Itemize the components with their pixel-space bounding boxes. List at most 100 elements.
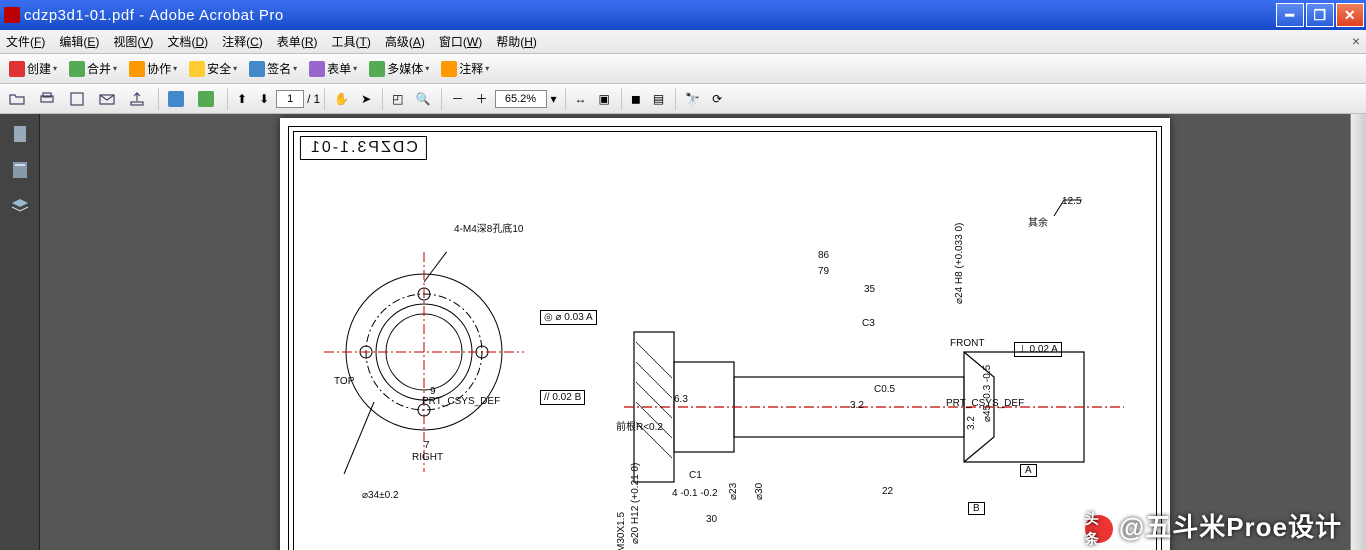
open-button[interactable] xyxy=(4,87,32,111)
menu-edit[interactable]: 编辑(E) xyxy=(59,33,99,50)
layers-panel-icon[interactable] xyxy=(10,196,30,216)
secure-button[interactable]: 安全▾ xyxy=(184,57,242,81)
print-button[interactable] xyxy=(34,87,62,111)
len35: 35 xyxy=(864,284,875,295)
email-button[interactable] xyxy=(94,87,122,111)
zoom-in-button[interactable]: ＋ xyxy=(470,87,492,111)
menu-tools[interactable]: 工具(T) xyxy=(331,33,370,50)
fit-width-button[interactable]: ↔ xyxy=(570,87,592,111)
page-down-button[interactable]: ⬇ xyxy=(254,87,274,111)
select-tool-button[interactable]: ➤ xyxy=(356,87,376,111)
d30: ⌀30 xyxy=(754,483,765,500)
page-up-button[interactable]: ⬆ xyxy=(232,87,252,111)
menubar-close-icon[interactable]: × xyxy=(1352,33,1360,49)
len22: 22 xyxy=(882,486,893,497)
title-separator: - xyxy=(134,7,149,24)
multimedia-button[interactable]: 多媒体▾ xyxy=(364,57,434,81)
menu-view[interactable]: 视图(V) xyxy=(113,33,153,50)
surf-note: 其余 xyxy=(1028,214,1048,229)
ra-3-2: 3.2 xyxy=(850,400,864,411)
combine-label: 合并 xyxy=(87,60,111,77)
globe-icon xyxy=(198,91,214,107)
parallel-tol: // 0.02 B xyxy=(540,390,585,405)
binoculars-icon: 🔭 xyxy=(685,92,700,106)
create-label: 创建 xyxy=(27,60,51,77)
menu-comment[interactable]: 注释(C) xyxy=(222,33,263,50)
ra-6-3: 6.3 xyxy=(674,394,688,405)
reading-icon: ▤ xyxy=(653,92,664,106)
find-button[interactable]: 🔭 xyxy=(680,87,705,111)
cham-c3: C3 xyxy=(862,318,875,329)
lock-icon xyxy=(189,61,205,77)
zoom-out-button[interactable]: － xyxy=(446,87,468,111)
watermark-logo-icon: 头条 xyxy=(1085,515,1113,543)
menu-window[interactable]: 窗口(W) xyxy=(439,33,482,50)
title-filename: cdzp3d1-01.pdf xyxy=(24,7,134,24)
fit-page-icon: ▣ xyxy=(599,92,610,106)
magnifier-icon: 🔍 xyxy=(416,92,431,106)
scan-button[interactable] xyxy=(163,87,191,111)
page-total: 1 xyxy=(313,92,320,106)
bookmarks-panel-icon[interactable] xyxy=(10,160,30,180)
fit-page-button[interactable]: ▣ xyxy=(594,87,615,111)
vertical-scrollbar[interactable] xyxy=(1350,114,1366,550)
len30: 30 xyxy=(706,514,717,525)
forms-label: 表单 xyxy=(327,60,351,77)
csys-front: PRT_CSYS_DEF xyxy=(422,396,500,407)
d24-fit: ⌀24 H8 (+0.033 0) xyxy=(954,223,965,304)
dim-7: 7 xyxy=(424,440,430,451)
page-number-input[interactable] xyxy=(276,90,304,108)
collaborate-button[interactable]: 协作▾ xyxy=(124,57,182,81)
sign-button[interactable]: 签名▾ xyxy=(244,57,302,81)
marquee-icon: ◰ xyxy=(392,92,403,106)
web-button[interactable] xyxy=(193,87,221,111)
menu-forms[interactable]: 表单(R) xyxy=(277,33,318,50)
menu-file[interactable]: 文件(F) xyxy=(6,33,45,50)
reading-mode-button[interactable]: ▤ xyxy=(648,87,669,111)
secure-label: 安全 xyxy=(207,60,231,77)
create-button[interactable]: 创建▾ xyxy=(4,57,62,81)
share-button[interactable] xyxy=(124,87,152,111)
datum-a: A xyxy=(1020,464,1037,477)
surface-symbol-icon xyxy=(1050,198,1084,220)
minus-icon: － xyxy=(451,90,463,107)
menu-help[interactable]: 帮助(H) xyxy=(496,33,537,50)
arrow-up-icon: ⬆ xyxy=(237,92,247,106)
rotate-button[interactable]: ⟳ xyxy=(707,87,727,111)
close-button[interactable]: ✕ xyxy=(1336,3,1364,27)
cham-c1: C1 xyxy=(689,470,702,481)
d23: ⌀23 xyxy=(728,483,739,500)
conc-tol-1: ◎ ⌀ 0.03 A xyxy=(540,310,597,325)
hand-tool-button[interactable]: ✋ xyxy=(329,87,354,111)
csys-side: PRT_CSYS_DEF xyxy=(946,398,1024,409)
comment-button[interactable]: 注释▾ xyxy=(436,57,494,81)
pages-panel-icon[interactable] xyxy=(10,124,30,144)
save-button[interactable] xyxy=(64,87,92,111)
zoom-tool-button[interactable]: 🔍 xyxy=(411,87,436,111)
collab-label: 协作 xyxy=(147,60,171,77)
app-icon xyxy=(4,7,20,23)
menu-document[interactable]: 文档(D) xyxy=(167,33,208,50)
minimize-button[interactable]: ━ xyxy=(1276,3,1304,27)
document-area[interactable]: CDZP3.1-01 4-M4深8孔底10 9 7 xyxy=(40,114,1350,550)
marquee-zoom-button[interactable]: ◰ xyxy=(387,87,408,111)
create-icon xyxy=(9,61,25,77)
fit-width-icon: ↔ xyxy=(575,92,587,106)
combine-button[interactable]: 合并▾ xyxy=(64,57,122,81)
cham-c05: C0.5 xyxy=(874,384,895,395)
plus-icon: ＋ xyxy=(475,90,487,107)
forms-button[interactable]: 表单▾ xyxy=(304,57,362,81)
perp-tol: ⊥ 0.02 A xyxy=(1014,342,1062,357)
zoom-level-input[interactable] xyxy=(495,90,547,108)
menu-advanced[interactable]: 高级(A) xyxy=(385,33,425,50)
holes-callout: 4-M4深8孔底10 xyxy=(454,220,523,235)
navigation-panel xyxy=(0,114,40,550)
fullscreen-button[interactable]: ◼ xyxy=(626,87,646,111)
cursor-icon: ➤ xyxy=(361,92,371,106)
floppy-icon xyxy=(69,91,85,107)
envelope-icon xyxy=(99,91,115,107)
pdf-page: CDZP3.1-01 4-M4深8孔底10 9 7 xyxy=(280,118,1170,550)
forms-icon xyxy=(309,61,325,77)
maximize-button[interactable]: ❐ xyxy=(1306,3,1334,27)
sign-label: 签名 xyxy=(267,60,291,77)
